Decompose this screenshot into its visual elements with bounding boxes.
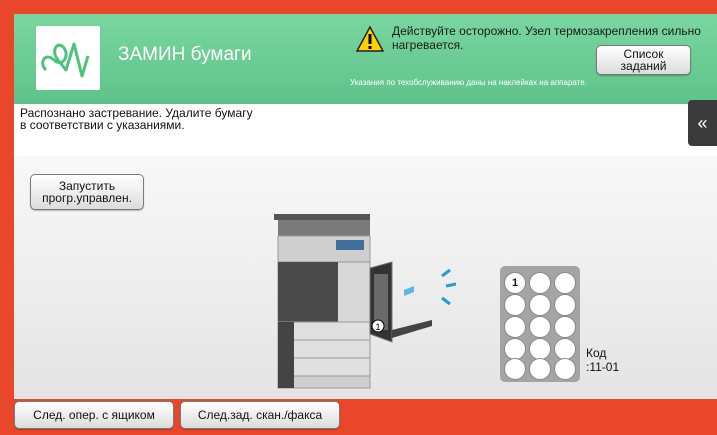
keypad-key xyxy=(504,338,526,360)
keypad-key xyxy=(529,294,551,316)
pulse-logo-icon xyxy=(36,26,100,90)
keypad-key xyxy=(529,272,551,294)
next-scan-fax-label: След.зад. скан./факса xyxy=(197,408,323,422)
page-title: ЗАМИН бумаги xyxy=(118,44,252,65)
warning-triangle-icon xyxy=(356,26,384,52)
start-guidance-label-2: прогр.управлен. xyxy=(42,191,132,205)
keypad-key xyxy=(554,316,576,338)
next-scan-fax-button[interactable]: След.зад. скан./факса xyxy=(180,401,340,429)
keypad-diagram: 1 xyxy=(500,266,580,382)
keypad-key xyxy=(504,358,526,380)
jam-message-line-2: в соответствии с указаниями. xyxy=(20,118,185,132)
device-frame: ЗАМИН бумаги Действуйте осторожно. Узел … xyxy=(0,0,717,435)
keypad-key xyxy=(529,316,551,338)
keypad-key xyxy=(529,358,551,380)
keypad-key xyxy=(554,338,576,360)
jam-message: Распознано застревание. Удалите бумагу в… xyxy=(20,107,253,131)
double-chevron-left-icon[interactable]: « xyxy=(688,100,717,146)
job-list-label-2: заданий xyxy=(620,59,667,73)
start-guidance-button[interactable]: Запустить прогр.управлен. xyxy=(30,174,144,210)
maintenance-note: Указания по техобслуживанию даны на накл… xyxy=(350,78,587,87)
callout-number: 1 xyxy=(375,322,380,332)
keypad-key xyxy=(554,272,576,294)
jam-code: Код :11-01 xyxy=(586,346,619,374)
keypad-key xyxy=(554,294,576,316)
job-list-button[interactable]: Список заданий xyxy=(596,45,691,75)
jam-code-value: :11-01 xyxy=(586,360,620,374)
keypad-key xyxy=(529,338,551,360)
message-area: Распознано застревание. Удалите бумагу в… xyxy=(14,104,717,156)
keypad-key xyxy=(504,316,526,338)
next-tray-operation-label: След. опер. с ящиком xyxy=(33,408,155,422)
keypad-key xyxy=(504,294,526,316)
keypad-key xyxy=(554,358,576,380)
next-tray-operation-button[interactable]: След. опер. с ящиком xyxy=(14,401,174,429)
printer-illustration: 1 xyxy=(274,214,457,389)
header-bar: ЗАМИН бумаги Действуйте осторожно. Узел … xyxy=(14,14,717,104)
jam-code-label: Код xyxy=(586,346,607,360)
keypad-key-1: 1 xyxy=(504,272,526,294)
screen: ЗАМИН бумаги Действуйте осторожно. Узел … xyxy=(14,14,717,399)
